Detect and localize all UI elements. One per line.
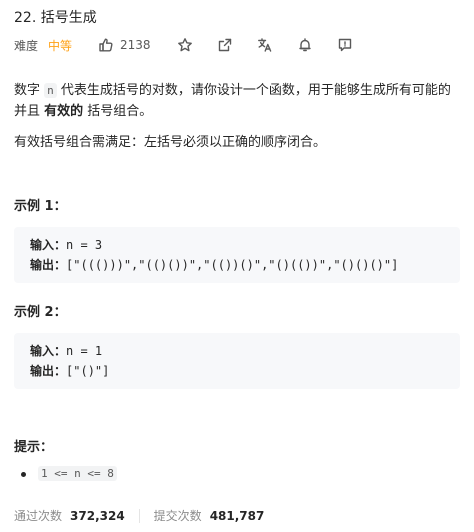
accepted-label: 通过次数 bbox=[14, 509, 63, 523]
like-button[interactable]: 2138 bbox=[98, 37, 151, 53]
example-2-title: 示例 2： bbox=[14, 305, 67, 320]
problem-description: 数字 n 代表生成括号的对数，请你设计一个函数，用于能够生成所有可能的并且 有效… bbox=[14, 80, 460, 122]
inline-code-n: n bbox=[44, 83, 57, 98]
difficulty-label: 难度 bbox=[14, 38, 39, 53]
example-2-output-label: 输出： bbox=[30, 364, 67, 378]
example-2-input-label: 输入： bbox=[30, 344, 67, 358]
example-2-input-value: n = 1 bbox=[66, 344, 103, 358]
hint-item: 1 <= n <= 8 bbox=[21, 466, 117, 481]
problem-page: 22. 括号生成 难度 中等 2138 数字 n 代表生成括号的对数，请你设计一… bbox=[0, 0, 474, 532]
feedback-icon bbox=[338, 38, 351, 52]
example-2-output-value: ["()"] bbox=[66, 364, 110, 378]
share-icon bbox=[218, 38, 231, 52]
like-count: 2138 bbox=[120, 38, 151, 52]
desc-bold: 有效的 bbox=[44, 104, 84, 119]
example-1-title: 示例 1： bbox=[14, 199, 67, 214]
bell-icon bbox=[298, 38, 311, 52]
stats-divider bbox=[138, 508, 140, 523]
submissions-label: 提交次数 bbox=[153, 509, 202, 523]
example-1-output-label: 输出： bbox=[30, 258, 67, 272]
thumbs-up-icon bbox=[99, 38, 113, 52]
example-1-input-label: 输入： bbox=[30, 238, 67, 252]
feedback-button[interactable] bbox=[337, 37, 353, 53]
desc-text: 数字 bbox=[14, 83, 45, 98]
problem-title: 22. 括号生成 bbox=[14, 10, 97, 26]
example-2-block: 输入：n = 1 输出：["()"] bbox=[14, 333, 460, 389]
hints-title: 提示： bbox=[14, 440, 54, 455]
share-button[interactable] bbox=[217, 37, 233, 53]
problem-meta-bar: 难度 中等 2138 bbox=[14, 35, 353, 55]
example-1-block: 输入：n = 3 输出：["((()))","(()())","(())()",… bbox=[14, 227, 460, 283]
hint-constraint: 1 <= n <= 8 bbox=[38, 466, 117, 481]
problem-description-constraint: 有效括号组合需满足：左括号必须以正确的顺序闭合。 bbox=[14, 135, 327, 150]
example-1-output-value: ["((()))","(()())","(())()","()(())","()… bbox=[66, 258, 399, 272]
favorite-button[interactable] bbox=[177, 37, 193, 53]
bullet-icon bbox=[21, 472, 26, 477]
star-icon bbox=[177, 38, 192, 52]
submissions-value: 481,787 bbox=[209, 508, 265, 523]
toolbar bbox=[177, 37, 353, 53]
difficulty-value: 中等 bbox=[48, 38, 73, 53]
translate-button[interactable] bbox=[257, 37, 273, 53]
accepted-value: 372,324 bbox=[70, 508, 125, 523]
submission-stats: 通过次数 372,324 提交次数 481,787 bbox=[14, 507, 264, 524]
desc-text: 括号组合。 bbox=[83, 104, 153, 119]
translate-icon bbox=[257, 38, 271, 52]
example-1-input-value: n = 3 bbox=[66, 238, 103, 252]
notify-button[interactable] bbox=[297, 37, 313, 53]
